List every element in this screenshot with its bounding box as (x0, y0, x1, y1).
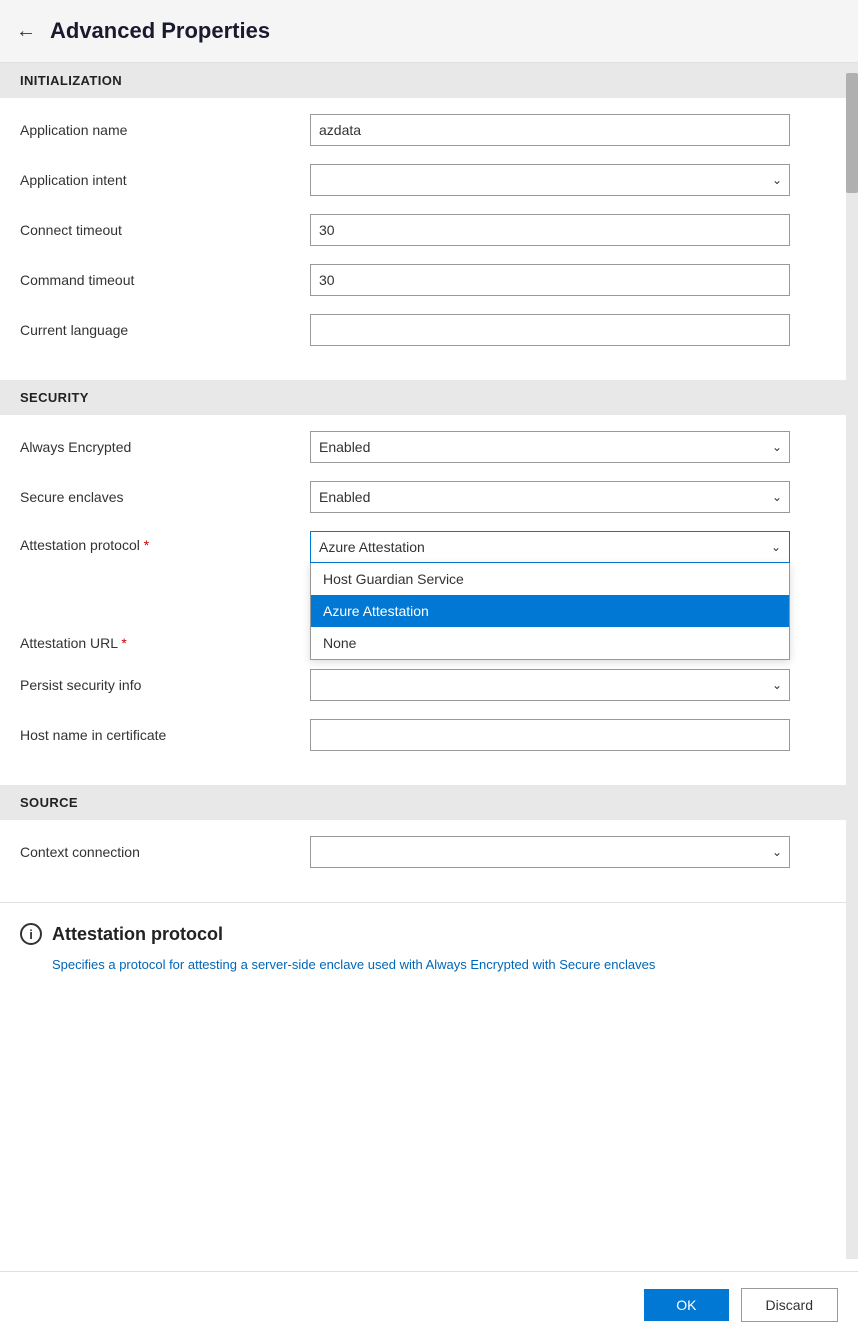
section-source: SOURCE (0, 785, 846, 820)
label-always-encrypted: Always Encrypted (20, 439, 310, 455)
control-current-language (310, 314, 790, 346)
row-application-intent: Application intent ReadWrite ReadOnly ⌄ (20, 164, 826, 196)
control-always-encrypted: Enabled Disabled ⌄ (310, 431, 790, 463)
section-security: SECURITY (0, 380, 846, 415)
dropdown-item-azure-attestation[interactable]: Azure Attestation (311, 595, 789, 627)
control-application-name (310, 114, 790, 146)
row-application-name: Application name (20, 114, 826, 146)
control-command-timeout (310, 264, 790, 296)
label-command-timeout: Command timeout (20, 272, 310, 288)
back-button[interactable]: ← (16, 21, 36, 41)
label-secure-enclaves: Secure enclaves (20, 489, 310, 505)
info-icon: i (20, 923, 42, 945)
label-persist-security-info: Persist security info (20, 677, 310, 693)
discard-button[interactable]: Discard (741, 1288, 838, 1322)
select-wrapper-application-intent: ReadWrite ReadOnly ⌄ (310, 164, 790, 196)
section-initialization: INITIALIZATION (0, 63, 846, 98)
select-persist-security-info[interactable]: True False (310, 669, 790, 701)
label-connect-timeout: Connect timeout (20, 222, 310, 238)
control-host-name-certificate (310, 719, 790, 751)
select-secure-enclaves[interactable]: Enabled Disabled (310, 481, 790, 513)
select-wrapper-secure-enclaves: Enabled Disabled ⌄ (310, 481, 790, 513)
row-command-timeout: Command timeout (20, 264, 826, 296)
row-secure-enclaves: Secure enclaves Enabled Disabled ⌄ (20, 481, 826, 513)
dropdown-selected-value: Azure Attestation (319, 539, 425, 555)
input-command-timeout[interactable] (310, 264, 790, 296)
control-connect-timeout (310, 214, 790, 246)
select-application-intent[interactable]: ReadWrite ReadOnly (310, 164, 790, 196)
select-wrapper-always-encrypted: Enabled Disabled ⌄ (310, 431, 790, 463)
ok-button[interactable]: OK (644, 1289, 728, 1321)
label-attestation-url: Attestation URL * (20, 635, 310, 651)
row-connect-timeout: Connect timeout (20, 214, 826, 246)
page-title: Advanced Properties (50, 18, 270, 44)
footer: OK Discard (0, 1271, 858, 1338)
row-context-connection: Context connection ⌄ (20, 836, 826, 868)
control-context-connection: ⌄ (310, 836, 790, 868)
info-panel: i Attestation protocol Specifies a proto… (0, 902, 846, 991)
info-panel-title: Attestation protocol (52, 924, 223, 945)
input-current-language[interactable] (310, 314, 790, 346)
scrollbar-thumb[interactable] (846, 73, 858, 193)
security-fields: Always Encrypted Enabled Disabled ⌄ Secu… (0, 415, 846, 785)
input-application-name[interactable] (310, 114, 790, 146)
input-host-name-certificate[interactable] (310, 719, 790, 751)
dropdown-trigger-attestation-protocol[interactable]: Azure Attestation ⌄ (310, 531, 790, 563)
scrollbar-track[interactable] (846, 63, 858, 1259)
initialization-fields: Application name Application intent Read… (0, 98, 846, 380)
main-content: INITIALIZATION Application name Applicat… (0, 63, 846, 1259)
control-secure-enclaves: Enabled Disabled ⌄ (310, 481, 790, 513)
select-wrapper-persist-security-info: True False ⌄ (310, 669, 790, 701)
info-panel-header: i Attestation protocol (20, 923, 826, 945)
required-indicator: * (118, 635, 127, 651)
dropdown-item-host-guardian[interactable]: Host Guardian Service (311, 563, 789, 595)
row-attestation-protocol: Attestation protocol * Azure Attestation… (20, 531, 826, 563)
select-wrapper-context-connection: ⌄ (310, 836, 790, 868)
content-area: INITIALIZATION Application name Applicat… (0, 63, 858, 1259)
row-host-name-certificate: Host name in certificate (20, 719, 826, 751)
control-persist-security-info: True False ⌄ (310, 669, 790, 701)
row-always-encrypted: Always Encrypted Enabled Disabled ⌄ (20, 431, 826, 463)
label-application-intent: Application intent (20, 172, 310, 188)
input-connect-timeout[interactable] (310, 214, 790, 246)
dropdown-item-none[interactable]: None (311, 627, 789, 659)
chevron-down-icon: ⌄ (771, 540, 781, 554)
dropdown-attestation-protocol[interactable]: Azure Attestation ⌄ Host Guardian Servic… (310, 531, 790, 563)
label-application-name: Application name (20, 122, 310, 138)
row-current-language: Current language (20, 314, 826, 346)
label-current-language: Current language (20, 322, 310, 338)
select-context-connection[interactable] (310, 836, 790, 868)
required-indicator: * (140, 537, 149, 553)
label-attestation-protocol: Attestation protocol * (20, 531, 310, 553)
label-context-connection: Context connection (20, 844, 310, 860)
control-attestation-protocol: Azure Attestation ⌄ Host Guardian Servic… (310, 531, 790, 563)
info-panel-description: Specifies a protocol for attesting a ser… (20, 955, 826, 975)
dropdown-menu-attestation-protocol: Host Guardian Service Azure Attestation … (310, 563, 790, 660)
select-always-encrypted[interactable]: Enabled Disabled (310, 431, 790, 463)
header: ← Advanced Properties (0, 0, 858, 63)
row-persist-security-info: Persist security info True False ⌄ (20, 669, 826, 701)
control-application-intent: ReadWrite ReadOnly ⌄ (310, 164, 790, 196)
source-fields: Context connection ⌄ (0, 820, 846, 902)
label-host-name-certificate: Host name in certificate (20, 727, 310, 743)
